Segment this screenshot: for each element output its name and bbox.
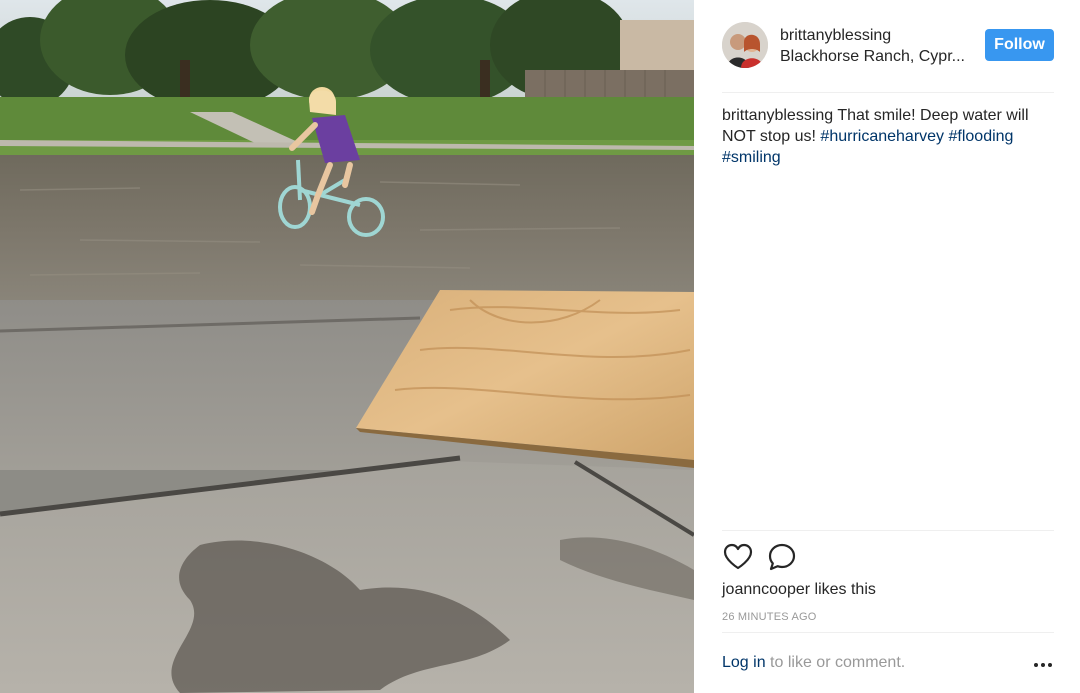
hashtag-link[interactable]: #flooding [949, 128, 1014, 145]
likes-summary: joanncooper likes this [722, 581, 876, 599]
post-caption: brittanyblessing That smile! Deep water … [722, 105, 1052, 168]
caption-username[interactable]: brittanyblessing [722, 107, 833, 124]
comment-prompt-text: to like or comment. [770, 654, 906, 671]
profile-avatar[interactable] [722, 22, 768, 68]
header-divider [722, 92, 1054, 93]
post-photo[interactable] [0, 0, 694, 693]
post-side-panel: brittanyblessing Blackhorse Ranch, Cypr.… [694, 0, 1080, 693]
comment-bubble-icon [768, 543, 796, 571]
post-timestamp: 26 MINUTES AGO [722, 611, 817, 623]
more-options-icon [1034, 663, 1052, 667]
profile-photo-icon [722, 22, 768, 68]
author-username[interactable]: brittanyblessing [780, 27, 891, 45]
hashtag-link[interactable]: #smiling [722, 149, 781, 166]
like-button[interactable] [722, 541, 754, 573]
comment-prompt: Log in to like or comment. [722, 654, 1054, 678]
comment-button[interactable] [766, 541, 798, 573]
likes-suffix: likes this [814, 581, 876, 598]
login-link[interactable]: Log in [722, 654, 766, 671]
photo-scene [0, 0, 694, 693]
post-header: brittanyblessing Blackhorse Ranch, Cypr.… [694, 0, 1080, 92]
follow-button[interactable]: Follow [985, 29, 1054, 61]
post-location[interactable]: Blackhorse Ranch, Cypr... [780, 48, 965, 66]
actions-divider [722, 530, 1054, 531]
comment-divider [722, 632, 1054, 633]
heart-icon [723, 543, 753, 570]
more-options-button[interactable] [1032, 656, 1054, 674]
hashtag-link[interactable]: #hurricaneharvey [820, 128, 944, 145]
liker-username[interactable]: joanncooper [722, 581, 810, 598]
